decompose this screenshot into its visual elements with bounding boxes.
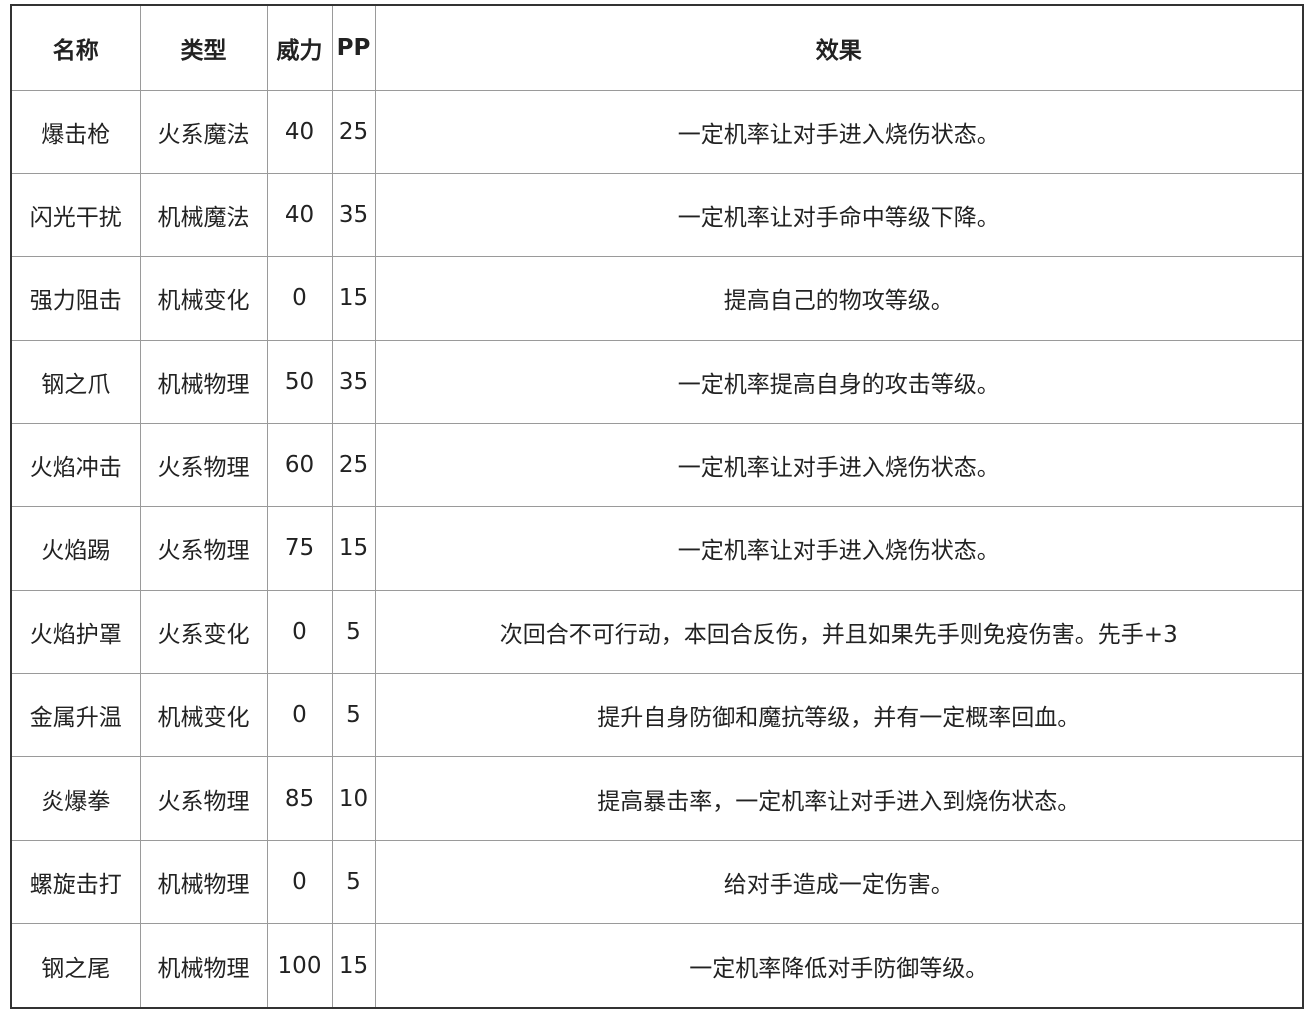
cell-type: 火系物理 — [139, 422, 268, 508]
cell-effect: 一定机率提高自身的攻击等级。 — [374, 339, 1302, 424]
table-row: 钢之尾 机械物理 100 15 一定机率降低对手防御等级。 — [12, 923, 1302, 1007]
table-row: 火焰踢 火系物理 75 15 一定机率让对手进入烧伤状态。 — [12, 506, 1302, 591]
cell-name: 强力阻击 — [12, 256, 141, 341]
cell-power: 75 — [266, 506, 333, 591]
cell-effect: 一定机率让对手命中等级下降。 — [374, 172, 1302, 258]
cell-pp: 35 — [331, 339, 376, 424]
cell-name: 闪光干扰 — [12, 172, 141, 258]
header-pp: PP — [331, 6, 376, 91]
cell-power: 0 — [266, 256, 333, 341]
cell-name: 螺旋击打 — [12, 839, 141, 925]
cell-effect: 一定机率让对手进入烧伤状态。 — [374, 506, 1302, 591]
cell-pp: 5 — [331, 839, 376, 925]
cell-name: 爆击枪 — [12, 89, 141, 174]
cell-type: 机械变化 — [139, 256, 268, 341]
header-type: 类型 — [139, 6, 268, 91]
cell-type: 机械魔法 — [139, 172, 268, 258]
table-row: 火焰护罩 火系变化 0 5 次回合不可行动，本回合反伤，并且如果先手则免疫伤害。… — [12, 589, 1302, 675]
cell-power: 100 — [266, 923, 333, 1007]
cell-name: 金属升温 — [12, 673, 141, 758]
header-effect: 效果 — [374, 6, 1302, 91]
cell-pp: 25 — [331, 422, 376, 508]
header-name: 名称 — [12, 6, 141, 91]
cell-effect: 一定机率让对手进入烧伤状态。 — [374, 422, 1302, 508]
cell-name: 火焰冲击 — [12, 422, 141, 508]
cell-power: 40 — [266, 89, 333, 174]
cell-type: 火系物理 — [139, 506, 268, 591]
cell-pp: 5 — [331, 673, 376, 758]
cell-effect: 提升自身防御和魔抗等级，并有一定概率回血。 — [374, 673, 1302, 758]
cell-name: 炎爆拳 — [12, 756, 141, 841]
cell-power: 0 — [266, 839, 333, 925]
cell-pp: 25 — [331, 89, 376, 174]
cell-type: 机械物理 — [139, 923, 268, 1007]
table-row: 钢之爪 机械物理 50 35 一定机率提高自身的攻击等级。 — [12, 339, 1302, 424]
cell-type: 火系物理 — [139, 756, 268, 841]
cell-type: 火系变化 — [139, 589, 268, 675]
cell-name: 火焰护罩 — [12, 589, 141, 675]
cell-effect: 提高暴击率，一定机率让对手进入到烧伤状态。 — [374, 756, 1302, 841]
skills-table: 名称 类型 威力 PP 效果 爆击枪 火系魔法 40 25 一定机率让对手进入烧… — [12, 6, 1302, 1007]
cell-pp: 15 — [331, 506, 376, 591]
cell-pp: 15 — [331, 923, 376, 1007]
cell-type: 机械物理 — [139, 839, 268, 925]
cell-type: 机械变化 — [139, 673, 268, 758]
cell-effect: 提高自己的物攻等级。 — [374, 256, 1302, 341]
cell-pp: 35 — [331, 172, 376, 258]
cell-power: 0 — [266, 589, 333, 675]
cell-name: 钢之爪 — [12, 339, 141, 424]
cell-type: 机械物理 — [139, 339, 268, 424]
cell-power: 50 — [266, 339, 333, 424]
table-row: 螺旋击打 机械物理 0 5 给对手造成一定伤害。 — [12, 839, 1302, 925]
cell-pp: 10 — [331, 756, 376, 841]
cell-name: 火焰踢 — [12, 506, 141, 591]
cell-pp: 15 — [331, 256, 376, 341]
table-row: 炎爆拳 火系物理 85 10 提高暴击率，一定机率让对手进入到烧伤状态。 — [12, 756, 1302, 841]
header-power: 威力 — [266, 6, 333, 91]
table-row: 火焰冲击 火系物理 60 25 一定机率让对手进入烧伤状态。 — [12, 422, 1302, 508]
table-row: 强力阻击 机械变化 0 15 提高自己的物攻等级。 — [12, 256, 1302, 341]
cell-name: 钢之尾 — [12, 923, 141, 1007]
cell-pp: 5 — [331, 589, 376, 675]
table-row: 爆击枪 火系魔法 40 25 一定机率让对手进入烧伤状态。 — [12, 89, 1302, 174]
table-row: 金属升温 机械变化 0 5 提升自身防御和魔抗等级，并有一定概率回血。 — [12, 673, 1302, 758]
cell-effect: 次回合不可行动，本回合反伤，并且如果先手则免疫伤害。先手+3 — [374, 589, 1302, 675]
cell-type: 火系魔法 — [139, 89, 268, 174]
cell-power: 85 — [266, 756, 333, 841]
cell-effect: 一定机率降低对手防御等级。 — [374, 923, 1302, 1007]
cell-effect: 给对手造成一定伤害。 — [374, 839, 1302, 925]
table-row: 闪光干扰 机械魔法 40 35 一定机率让对手命中等级下降。 — [12, 172, 1302, 258]
cell-power: 40 — [266, 172, 333, 258]
cell-effect: 一定机率让对手进入烧伤状态。 — [374, 89, 1302, 174]
cell-power: 0 — [266, 673, 333, 758]
skills-table-container: 名称 类型 威力 PP 效果 爆击枪 火系魔法 40 25 一定机率让对手进入烧… — [10, 4, 1304, 1009]
cell-power: 60 — [266, 422, 333, 508]
table-header-row: 名称 类型 威力 PP 效果 — [12, 6, 1302, 91]
